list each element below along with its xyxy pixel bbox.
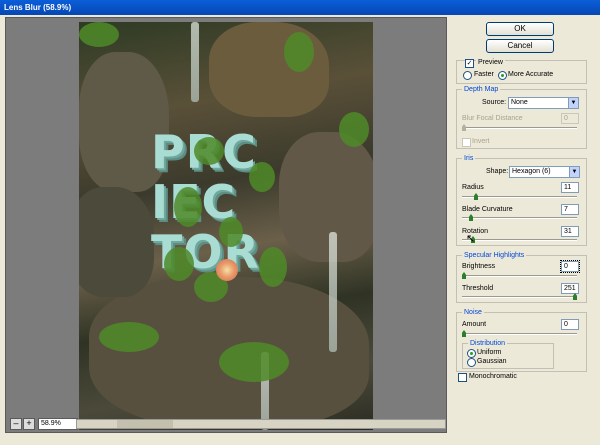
blade-curvature-label: Blade Curvature: [462, 206, 513, 213]
noise-group: Noise Amount 0 Distribution Uniform Gaus…: [456, 309, 587, 372]
slider-track: [462, 217, 577, 219]
slider-knob[interactable]: [462, 330, 466, 337]
vine-5: [164, 247, 194, 281]
window-title: Lens Blur (58.9%): [4, 3, 72, 12]
shape-label: Shape:: [486, 168, 509, 175]
faster-label: Faster: [474, 71, 494, 78]
preview-pane[interactable]: PRC IEC TOR – + 58.9%: [5, 17, 447, 433]
threshold-label: Threshold: [462, 285, 494, 292]
slider-knob[interactable]: [573, 293, 577, 300]
uniform-radio[interactable]: [467, 349, 476, 358]
mouse-cursor-icon: ↖: [466, 233, 476, 245]
slider-track: [462, 333, 577, 335]
vine-2: [249, 162, 275, 192]
threshold-slider[interactable]: [462, 293, 577, 300]
monochromatic-label: Monochromatic: [469, 373, 517, 380]
rock-top-center: [209, 22, 329, 117]
slider-track: [462, 196, 577, 198]
monochromatic-checkbox[interactable]: [458, 373, 467, 382]
blur-focal-distance-field[interactable]: 0: [561, 113, 579, 124]
vine-4: [219, 217, 243, 247]
amount-field[interactable]: 0: [561, 319, 579, 330]
moss-4: [219, 342, 289, 382]
brightness-label: Brightness: [462, 263, 496, 270]
scrollbar-thumb[interactable]: [117, 420, 173, 428]
rock-left-mid: [79, 187, 154, 297]
preview-checkbox[interactable]: ✓: [465, 59, 474, 68]
cancel-button[interactable]: Cancel: [486, 39, 554, 53]
slider-knob[interactable]: [469, 214, 473, 221]
faster-radio[interactable]: [463, 71, 472, 80]
horizontal-scrollbar[interactable]: [76, 419, 446, 429]
radius-slider[interactable]: [462, 193, 577, 200]
blur-focal-distance-slider[interactable]: [462, 124, 577, 131]
radius-field[interactable]: 11: [561, 182, 579, 193]
source-label: Source:: [482, 99, 507, 106]
blade-curvature-field[interactable]: 7: [561, 204, 579, 215]
uniform-label: Uniform: [477, 349, 502, 356]
distribution-group: Distribution Uniform Gaussian: [462, 340, 554, 369]
waterfall-left: [191, 22, 199, 102]
chevron-down-icon: ▼: [568, 98, 578, 108]
more-accurate-label: More Accurate: [508, 71, 554, 78]
slider-track: [462, 127, 577, 129]
slider-knob[interactable]: [462, 272, 466, 279]
depth-map-legend: Depth Map: [462, 86, 501, 94]
vine-6: [259, 247, 287, 287]
vine-3: [174, 187, 202, 227]
moss-2: [284, 32, 314, 72]
slider-track: [462, 296, 577, 298]
source-dropdown[interactable]: None ▼: [508, 97, 579, 109]
moss-5: [339, 112, 369, 147]
moss-1: [79, 22, 119, 47]
zoom-in-button[interactable]: +: [23, 418, 35, 430]
slider-track: [462, 239, 577, 241]
flower: [216, 259, 238, 281]
slider-track: [462, 275, 577, 277]
distribution-legend: Distribution: [468, 340, 508, 348]
invert-checkbox[interactable]: [462, 138, 471, 147]
amount-slider[interactable]: [462, 330, 577, 337]
vine-1: [194, 137, 224, 165]
shape-value: Hexagon (6): [512, 168, 551, 175]
invert-label: Invert: [472, 138, 490, 145]
waterfall-right: [329, 232, 337, 352]
rotation-slider[interactable]: [462, 236, 577, 243]
specular-highlights-group: Specular Highlights Brightness 0 Thresho…: [456, 252, 587, 303]
zoom-level-field[interactable]: 58.9%: [38, 418, 78, 430]
preview-label: Preview: [476, 58, 505, 67]
noise-legend: Noise: [462, 309, 484, 317]
brightness-slider[interactable]: [462, 272, 577, 279]
brightness-field[interactable]: 0: [560, 260, 580, 273]
iris-group: Iris Shape: Hexagon (6) ▼ Radius 11 Blad…: [456, 155, 587, 246]
gaussian-label: Gaussian: [477, 358, 507, 365]
blur-focal-distance-label: Blur Focal Distance: [462, 115, 523, 122]
title-bar: Lens Blur (58.9%): [0, 0, 600, 15]
zoom-out-button[interactable]: –: [10, 418, 22, 430]
iris-legend: Iris: [462, 155, 476, 163]
threshold-field[interactable]: 251: [561, 283, 579, 294]
ok-button[interactable]: OK: [486, 22, 554, 36]
specular-highlights-legend: Specular Highlights: [462, 252, 527, 260]
radius-label: Radius: [462, 184, 484, 191]
rotation-field[interactable]: 31: [561, 226, 579, 237]
blade-curvature-slider[interactable]: [462, 214, 577, 221]
letters-line-1: PRC: [151, 127, 301, 177]
more-accurate-radio[interactable]: [498, 71, 507, 80]
slider-knob[interactable]: [462, 124, 466, 131]
depth-map-group: Depth Map Source: None ▼ Blur Focal Dist…: [456, 86, 587, 149]
amount-label: Amount: [462, 321, 487, 328]
source-value: None: [511, 99, 528, 106]
slider-knob[interactable]: [474, 193, 478, 200]
preview-image: PRC IEC TOR: [79, 22, 373, 430]
chevron-down-icon: ▼: [569, 167, 579, 177]
gaussian-radio[interactable]: [467, 358, 476, 367]
moss-3: [99, 322, 159, 352]
shape-dropdown[interactable]: Hexagon (6) ▼: [509, 166, 580, 178]
preview-group: ✓ Preview Faster More Accurate: [456, 58, 587, 84]
